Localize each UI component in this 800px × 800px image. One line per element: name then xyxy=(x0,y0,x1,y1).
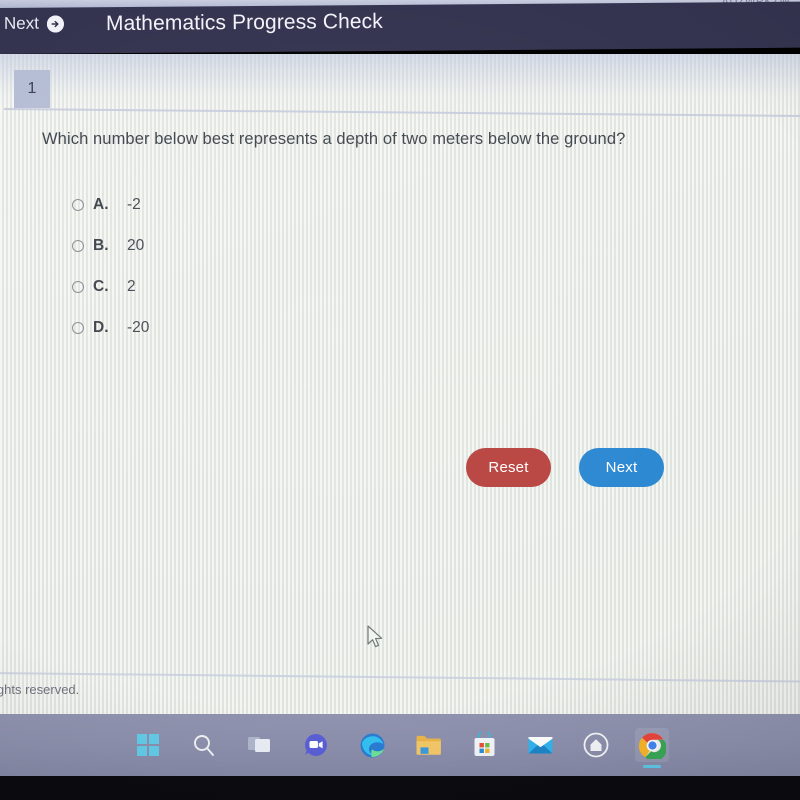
choice-value-c: 2 xyxy=(127,277,136,295)
next-button[interactable]: Next xyxy=(579,448,664,487)
windows-taskbar xyxy=(0,714,800,776)
choice-a[interactable]: A. -2 xyxy=(72,184,149,225)
mail-icon[interactable] xyxy=(523,728,557,762)
microsoft-store-icon[interactable] xyxy=(467,728,501,762)
question-number-badge: 1 xyxy=(14,70,50,108)
screen-photo: …ADZWRKZW Next Mathematics Progress Chec… xyxy=(0,0,800,800)
choice-value-b: 20 xyxy=(127,236,145,254)
footer-divider xyxy=(0,672,800,683)
desk-surface xyxy=(0,776,800,800)
choice-b[interactable]: B. 20 xyxy=(72,225,149,266)
choice-c[interactable]: C. 2 xyxy=(72,266,149,307)
test-page: 1 Which number below best represents a d… xyxy=(0,54,800,714)
action-buttons: Reset Next xyxy=(466,448,664,487)
edge-browser-icon[interactable] xyxy=(355,728,389,762)
header-divider xyxy=(3,108,800,117)
app-header: Next Mathematics Progress Check xyxy=(0,1,800,54)
radio-button-b[interactable] xyxy=(72,239,84,252)
choice-letter-b: B. xyxy=(93,236,109,254)
question-text: Which number below best represents a dep… xyxy=(42,130,626,148)
choice-value-a: -2 xyxy=(127,195,141,213)
choice-letter-a: A. xyxy=(93,195,109,213)
radio-button-d[interactable] xyxy=(72,321,84,334)
chat-teams-icon[interactable] xyxy=(299,728,333,762)
choice-value-d: -20 xyxy=(127,318,150,336)
windows-start-icon[interactable] xyxy=(131,728,165,762)
header-next-link[interactable]: Next xyxy=(4,13,64,33)
arrow-circle-right-icon xyxy=(46,14,64,33)
footer-copyright: ights reserved. xyxy=(0,682,80,697)
task-view-icon[interactable] xyxy=(243,728,277,762)
reset-button[interactable]: Reset xyxy=(466,448,551,487)
app-circle-icon[interactable] xyxy=(579,728,613,762)
screen-glare xyxy=(0,54,800,114)
choice-letter-d: D. xyxy=(93,318,109,336)
radio-button-c[interactable] xyxy=(72,280,84,293)
answer-choices: A. -2 B. 20 C. 2 D. -20 xyxy=(72,184,149,348)
chrome-browser-icon[interactable] xyxy=(635,728,669,762)
choice-letter-c: C. xyxy=(93,277,109,295)
radio-button-a[interactable] xyxy=(72,198,84,211)
file-explorer-icon[interactable] xyxy=(411,728,445,762)
header-next-label: Next xyxy=(3,13,39,33)
search-icon[interactable] xyxy=(187,728,221,762)
page-title: Mathematics Progress Check xyxy=(105,9,383,36)
question-number: 1 xyxy=(27,80,37,97)
choice-d[interactable]: D. -20 xyxy=(72,307,149,348)
